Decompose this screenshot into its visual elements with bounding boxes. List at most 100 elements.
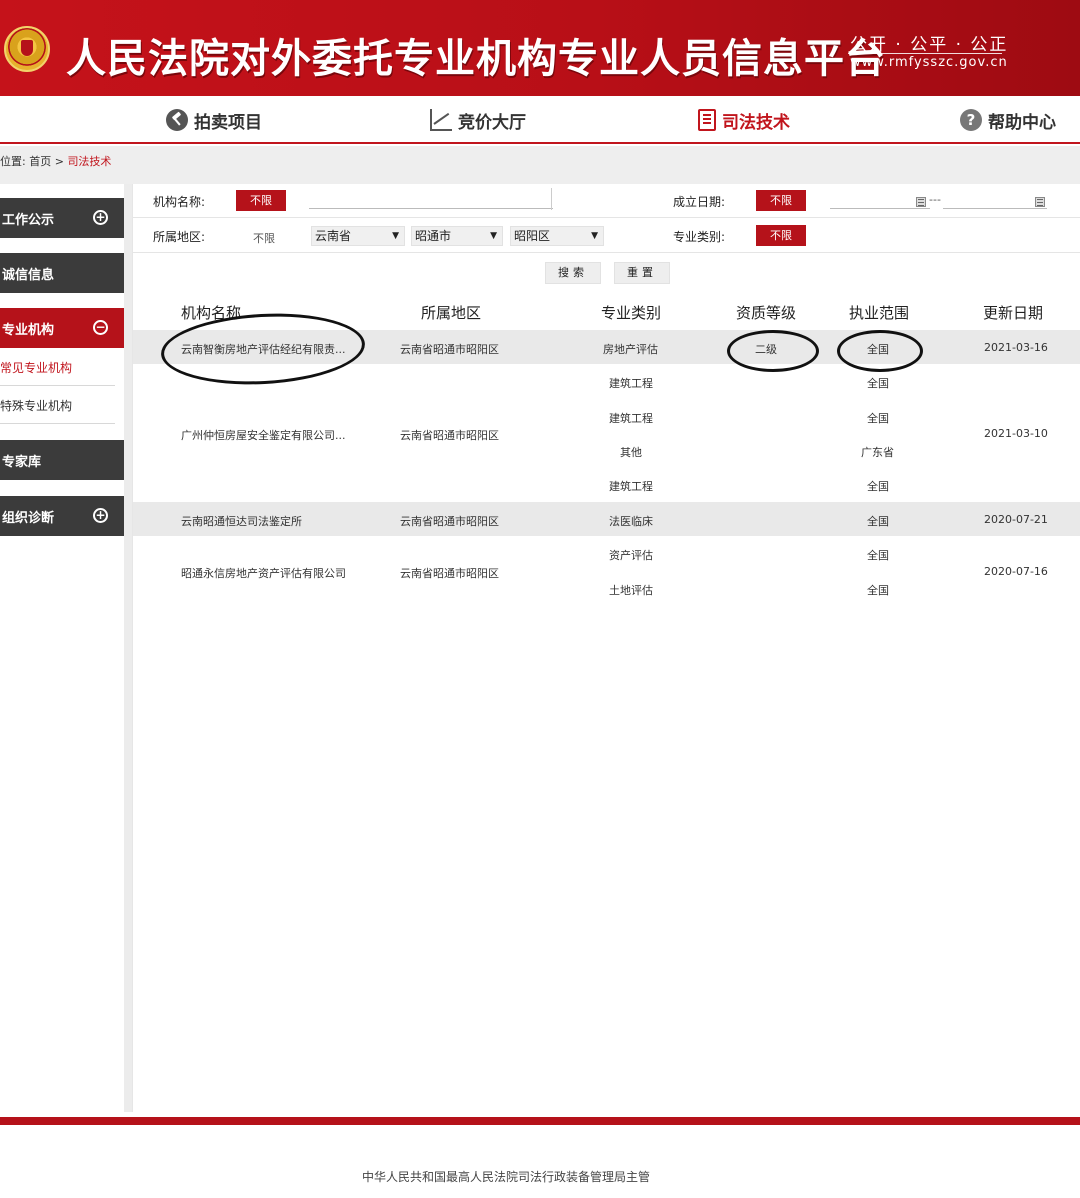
site-title: 人民法院对外委托专业机构专业人员信息平台: [66, 36, 886, 82]
cell-category: 土地评估: [609, 584, 653, 597]
nav-item-auction[interactable]: 拍卖项目: [166, 106, 262, 134]
col-header-grade: 资质等级: [736, 304, 797, 322]
collapse-minus-icon[interactable]: −: [93, 320, 108, 335]
help-icon: ?: [960, 109, 982, 131]
cell-region: 云南省昭通市昭阳区: [400, 429, 499, 442]
search-button[interactable]: 搜索: [545, 262, 601, 284]
expand-plus-icon[interactable]: +: [93, 508, 108, 523]
cell-category: 建筑工程: [609, 480, 653, 493]
cell-update-date: 2021-03-10: [984, 427, 1048, 440]
district-select[interactable]: 昭阳区 ▼: [510, 226, 604, 246]
breadcrumb-bar: 位置: 首页 > 司法技术: [0, 146, 1080, 184]
sidebar-item-experts[interactable]: 专家库: [0, 440, 124, 480]
sidebar-item-label: 工作公示: [2, 212, 55, 228]
col-header-scope: 执业范围: [849, 304, 910, 322]
city-select-value: 昭通市: [415, 229, 452, 243]
city-select[interactable]: 昭通市 ▼: [411, 226, 503, 246]
cell-institution-name[interactable]: 广州仲恒房屋安全鉴定有限公司...: [181, 427, 346, 443]
cell-region: 云南省昭通市昭阳区: [400, 567, 499, 580]
cell-scope: 全国: [867, 412, 889, 425]
breadcrumb: 位置: 首页 > 司法技术: [0, 153, 111, 169]
province-select[interactable]: 云南省 ▼: [311, 226, 405, 246]
main-panel: 机构名称: 不限 成立日期: 不限 --- 所属地区: 不限 云南省 ▼ 昭通市…: [132, 184, 1080, 1112]
cell-category: 法医临床: [609, 515, 653, 528]
cell-category: 建筑工程: [609, 412, 653, 425]
cell-region: 云南省昭通市昭阳区: [400, 343, 499, 356]
nav-item-bidding-hall[interactable]: 竞价大厅: [430, 106, 526, 134]
filter-name-unlimited-tag[interactable]: 不限: [236, 190, 286, 211]
sidebar-subitem-common[interactable]: 常见专业机构: [0, 350, 115, 386]
sidebar-subitem-label: 常见专业机构: [0, 361, 73, 375]
cell-category: 房地产评估: [603, 343, 658, 356]
cell-institution-name[interactable]: 云南昭通恒达司法鉴定所: [181, 513, 302, 529]
left-sidebar: 工作公示 + 诚信信息 专业机构 − 常见专业机构 特殊专业机构 专家库 组织诊…: [0, 184, 124, 1114]
province-select-value: 云南省: [315, 229, 352, 243]
sidebar-gutter: [124, 184, 132, 1112]
slogan-divider: [848, 53, 1002, 54]
footer-bar: [0, 1117, 1080, 1125]
filter-category-unlimited-tag[interactable]: 不限: [756, 225, 806, 246]
sidebar-item-work-notice[interactable]: 工作公示 +: [0, 198, 124, 238]
book-icon: [698, 109, 716, 131]
cell-category: 资产评估: [609, 549, 653, 562]
breadcrumb-current: 司法技术: [67, 155, 112, 168]
filter-date-start-input[interactable]: [830, 208, 930, 209]
chevron-down-icon: ▼: [392, 231, 399, 241]
site-slogan: 公开 · 公平 · 公正: [850, 35, 1009, 55]
sidebar-item-label: 专业机构: [2, 322, 55, 338]
cell-scope: 全国: [867, 515, 889, 528]
expand-plus-icon[interactable]: +: [93, 210, 108, 225]
filter-region-label: 所属地区:: [153, 230, 206, 244]
cell-scope: 全国: [867, 549, 889, 562]
sidebar-item-label: 诚信信息: [2, 267, 55, 283]
nav-label: 竞价大厅: [458, 112, 526, 133]
sidebar-subitem-special[interactable]: 特殊专业机构: [0, 388, 115, 424]
cell-update-date: 2020-07-16: [984, 565, 1048, 578]
site-domain: www.rmfysszc.gov.cn: [850, 55, 1008, 70]
cell-scope: 全国: [867, 584, 889, 597]
cell-update-date: 2020-07-21: [984, 513, 1048, 526]
nav-item-judicial-tech[interactable]: 司法技术: [698, 106, 790, 134]
sidebar-item-label: 专家库: [2, 454, 42, 470]
sidebar-item-institutions[interactable]: 专业机构 −: [0, 308, 124, 348]
calendar-icon[interactable]: [916, 197, 926, 207]
cell-category: 其他: [620, 446, 642, 459]
breadcrumb-home[interactable]: 首页: [29, 155, 51, 168]
district-select-value: 昭阳区: [514, 229, 551, 243]
site-header: 人民法院对外委托专业机构专业人员信息平台 公开 · 公平 · 公正 www.rm…: [0, 0, 1080, 96]
chevron-down-icon: ▼: [591, 231, 598, 241]
sidebar-item-org-diagnosis[interactable]: 组织诊断 +: [0, 496, 124, 536]
annotation-ellipse-scope: [837, 330, 923, 372]
cell-region: 云南省昭通市昭阳区: [400, 515, 499, 528]
trend-chart-icon: [430, 109, 452, 131]
nav-label: 司法技术: [722, 112, 790, 133]
filter-date-unlimited-tag[interactable]: 不限: [756, 190, 806, 211]
cell-category: 建筑工程: [609, 377, 653, 390]
cell-update-date: 2021-03-16: [984, 341, 1048, 354]
court-emblem-icon: [4, 26, 50, 72]
nav-label: 拍卖项目: [194, 112, 262, 133]
main-nav: 拍卖项目 竞价大厅 司法技术 ? 帮助中心: [0, 96, 1080, 144]
filter-row-region-category: 所属地区: 不限 云南省 ▼ 昭通市 ▼ 昭阳区 ▼ 专业类别: 不限: [133, 219, 1080, 253]
calendar-icon[interactable]: [1035, 197, 1045, 207]
filter-region-unlimited[interactable]: 不限: [253, 230, 275, 246]
nav-label: 帮助中心: [988, 112, 1056, 133]
filter-name-label: 机构名称:: [153, 195, 206, 209]
gavel-icon: [166, 109, 188, 131]
chevron-down-icon: ▼: [490, 231, 497, 241]
cell-scope: 广东省: [861, 446, 894, 459]
input-edge: [551, 188, 552, 210]
filter-category-label: 专业类别:: [673, 230, 726, 244]
filter-name-input[interactable]: [309, 208, 553, 209]
sidebar-item-integrity[interactable]: 诚信信息: [0, 253, 124, 293]
date-range-separator: ---: [929, 193, 941, 206]
col-header-update-date: 更新日期: [983, 304, 1044, 322]
breadcrumb-prefix: 位置:: [0, 155, 26, 168]
filter-date-label: 成立日期:: [673, 195, 726, 209]
filter-date-end-input[interactable]: [943, 208, 1047, 209]
nav-item-help[interactable]: ? 帮助中心: [960, 106, 1056, 134]
footer-text: 中华人民共和国最高人民法院司法行政装备管理局主管: [361, 1170, 650, 1184]
cell-institution-name[interactable]: 昭通永信房地产资产评估有限公司: [181, 565, 346, 581]
sidebar-subitem-label: 特殊专业机构: [0, 399, 73, 413]
reset-button[interactable]: 重置: [614, 262, 670, 284]
